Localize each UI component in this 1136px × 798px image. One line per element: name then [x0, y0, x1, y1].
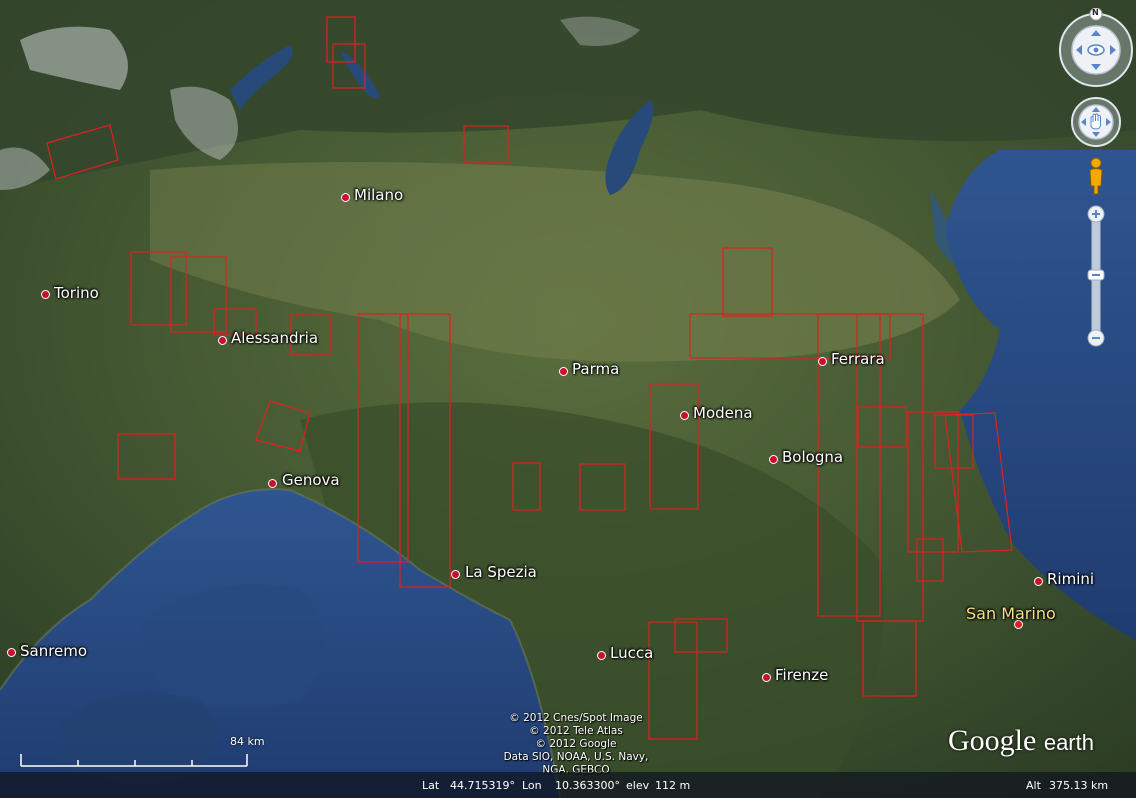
compass-icon — [1059, 7, 1133, 87]
country-label-san-marino[interactable]: San Marino — [966, 604, 1056, 623]
city-label-rimini[interactable]: Rimini — [1047, 570, 1094, 588]
city-marker-torino[interactable] — [41, 290, 50, 299]
map-view[interactable]: Milano Torino Alessandria Parma Ferrara … — [0, 0, 1136, 798]
zoom-slider[interactable] — [1086, 204, 1106, 348]
city-label-ferrara[interactable]: Ferrara — [831, 350, 885, 368]
lat-label: Lat — [422, 779, 440, 792]
alt-label: Alt — [1026, 779, 1041, 792]
city-label-firenze[interactable]: Firenze — [775, 666, 828, 684]
scale-bar — [20, 754, 248, 767]
status-bar: Lat 44.715319° Lon 10.363300° elev 112 m… — [0, 772, 1136, 798]
city-marker-genova[interactable] — [268, 479, 277, 488]
compass-north-label: N — [1092, 8, 1099, 17]
zoom-slider-icon — [1087, 205, 1105, 347]
scale-label: 84 km — [230, 735, 265, 748]
city-label-bologna[interactable]: Bologna — [782, 448, 843, 466]
google-earth-logo: Google earth — [948, 724, 1094, 758]
city-marker-ferrara[interactable] — [818, 357, 827, 366]
elev-value: 112 m — [655, 779, 691, 792]
copyright-notice: © 2012 Cnes/Spot Image © 2012 Tele Atlas… — [496, 712, 656, 777]
pegman-icon — [1089, 157, 1103, 195]
city-label-lucca[interactable]: Lucca — [610, 644, 653, 662]
city-marker-alessandria[interactable] — [218, 336, 227, 345]
copyright-line: © 2012 Google — [535, 738, 617, 750]
compass-control[interactable]: N — [1058, 7, 1136, 88]
logo-earth: earth — [1043, 730, 1094, 755]
city-marker-parma[interactable] — [559, 367, 568, 376]
copyright-line: © 2012 Tele Atlas — [529, 725, 623, 737]
alt-value: 375.13 km — [1049, 779, 1109, 792]
terrain-layer — [0, 0, 1136, 798]
lon-label: Lon — [522, 779, 542, 792]
logo-google: Google — [948, 724, 1037, 757]
city-label-modena[interactable]: Modena — [693, 404, 753, 422]
city-marker-bologna[interactable] — [769, 455, 778, 464]
city-label-sanremo[interactable]: Sanremo — [20, 642, 87, 660]
street-view-pegman[interactable] — [1086, 156, 1106, 196]
city-marker-firenze[interactable] — [762, 673, 771, 682]
city-marker-la-spezia[interactable] — [451, 570, 460, 579]
city-marker-modena[interactable] — [680, 411, 689, 420]
city-marker-rimini[interactable] — [1034, 577, 1043, 586]
city-label-la-spezia[interactable]: La Spezia — [465, 563, 537, 581]
copyright-line: © 2012 Cnes/Spot Image — [509, 712, 643, 724]
elev-label: elev — [626, 779, 650, 792]
lat-value: 44.715319° — [450, 779, 515, 792]
pan-control[interactable] — [1070, 96, 1122, 148]
city-marker-lucca[interactable] — [597, 651, 606, 660]
city-label-torino[interactable]: Torino — [54, 284, 99, 302]
lon-value: 10.363300° — [555, 779, 620, 792]
city-label-milano[interactable]: Milano — [354, 186, 403, 204]
city-marker-sanremo[interactable] — [7, 648, 16, 657]
hand-pan-icon — [1071, 97, 1121, 147]
city-label-genova[interactable]: Genova — [282, 471, 340, 489]
city-label-alessandria[interactable]: Alessandria — [231, 329, 318, 347]
city-marker-milano[interactable] — [341, 193, 350, 202]
city-label-parma[interactable]: Parma — [572, 360, 619, 378]
